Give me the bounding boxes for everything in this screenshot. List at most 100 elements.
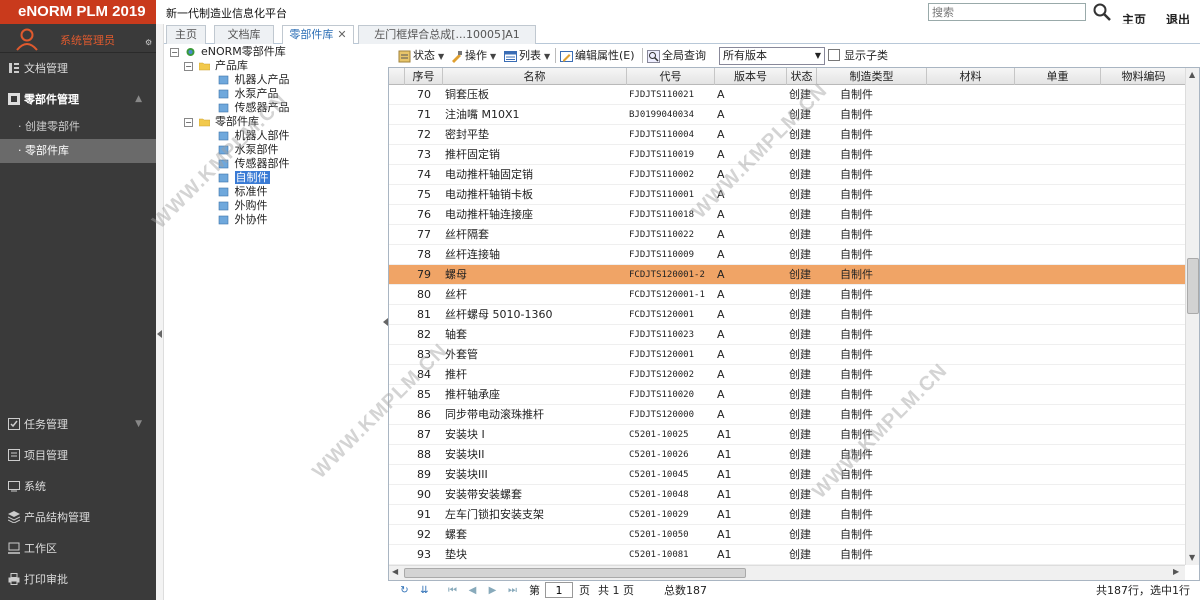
nav-system[interactable]: 系统 — [0, 471, 156, 502]
nav-workspace[interactable]: 工作区 — [0, 533, 156, 564]
table-row[interactable]: 86 同步带电动滚珠推杆 FJDJTS120000 A 创建 自制件 — [389, 405, 1186, 425]
page-number-input[interactable] — [545, 582, 573, 598]
horizontal-scrollbar[interactable]: ◀ ▶ — [389, 565, 1185, 580]
table-row[interactable]: 76 电动推杆轴连接座 FJDJTS110018 A 创建 自制件 — [389, 205, 1186, 225]
sidebar-collapse-handle[interactable] — [156, 24, 164, 600]
table-row[interactable]: 82 轴套 FJDJTS110023 A 创建 自制件 — [389, 325, 1186, 345]
prev-page-icon[interactable]: ◀ — [466, 584, 479, 597]
nav-parts-management[interactable]: 零部件管理 ▲ — [0, 84, 156, 115]
scroll-up-icon[interactable]: ▲ — [1189, 70, 1195, 79]
collapse-toggle-icon[interactable]: − — [184, 61, 193, 71]
table-row[interactable]: 87 安装块 I C5201-10025 A1 创建 自制件 — [389, 425, 1186, 445]
scroll-right-icon[interactable]: ▶ — [1173, 567, 1179, 576]
first-page-icon[interactable]: ⏮ — [446, 584, 459, 597]
column-header[interactable]: 物料编码 — [1101, 68, 1187, 85]
table-row[interactable]: 85 推杆轴承座 FJDJTS110020 A 创建 自制件 — [389, 385, 1186, 405]
table-row[interactable]: 70 铜套压板 FJDJTS110021 A 创建 自制件 — [389, 85, 1186, 105]
tree-product-library[interactable]: − 产品库 — [184, 59, 248, 73]
tree-node[interactable]: 传感器产品 — [218, 101, 290, 115]
table-row[interactable]: 72 密封平垫 FJDJTS110004 A 创建 自制件 — [389, 125, 1186, 145]
table-row[interactable]: 84 推杆 FJDJTS120002 A 创建 自制件 — [389, 365, 1186, 385]
tree-node[interactable]: 传感器部件 — [218, 157, 290, 171]
refresh-icon[interactable]: ↻ — [398, 584, 411, 597]
table-row[interactable]: 77 丝杆隔套 FJDJTS110022 A 创建 自制件 — [389, 225, 1186, 245]
tree-node[interactable]: 水泵产品 — [218, 87, 279, 101]
list-button[interactable]: 列表 ▼ — [504, 47, 550, 64]
table-row[interactable]: 92 螺套 C5201-10050 A1 创建 自制件 — [389, 525, 1186, 545]
tree-node[interactable]: 水泵部件 — [218, 143, 279, 157]
tab-home[interactable]: 主页 — [166, 25, 206, 44]
gear-icon[interactable]: ⚙ — [145, 38, 152, 47]
tree-part-library[interactable]: − 零部件库 — [184, 115, 259, 129]
last-page-icon[interactable]: ⏭ — [506, 584, 519, 597]
export-icon[interactable]: ⇊ — [418, 584, 431, 597]
table-cell: FJDJTS110023 — [629, 330, 695, 340]
column-header[interactable]: 单重 — [1015, 68, 1101, 85]
vertical-scrollbar[interactable]: ▲ ▼ — [1185, 68, 1199, 565]
scroll-thumb[interactable] — [1187, 258, 1199, 314]
nav-product-structure[interactable]: 产品结构管理 — [0, 502, 156, 533]
version-select[interactable]: 所有版本 ▼ — [719, 47, 825, 65]
scroll-left-icon[interactable]: ◀ — [392, 567, 398, 576]
column-header[interactable]: 序号 — [405, 68, 443, 85]
search-icon[interactable] — [1092, 2, 1112, 22]
column-header[interactable]: 材料 — [927, 68, 1015, 85]
tree-node[interactable]: 外购件 — [218, 199, 268, 213]
table-row-selected[interactable]: 79 螺母 FCDJTS120001-2 A 创建 自制件 — [389, 265, 1186, 285]
column-header[interactable]: 代号 — [627, 68, 715, 85]
status-button[interactable]: 状态 ▼ — [398, 47, 444, 64]
table-row[interactable]: 81 丝杆螺母 5010-1360 FCDJTS120001 A 创建 自制件 — [389, 305, 1186, 325]
table-row[interactable]: 90 安装带安装螺套 C5201-10048 A1 创建 自制件 — [389, 485, 1186, 505]
table-row[interactable]: 78 丝杆连接轴 FJDJTS110009 A 创建 自制件 — [389, 245, 1186, 265]
table-row[interactable]: 73 推杆固定销 FJDJTS110019 A 创建 自制件 — [389, 145, 1186, 165]
column-header[interactable]: 名称 — [443, 68, 627, 85]
table-row[interactable]: 75 电动推杆轴销卡板 FJDJTS110001 A 创建 自制件 — [389, 185, 1186, 205]
edit-properties-button[interactable]: 编辑属性(E) — [560, 47, 635, 64]
tree-root[interactable]: − eNORM零部件库 — [170, 45, 286, 59]
collapse-toggle-icon[interactable]: − — [170, 47, 179, 57]
tree-node[interactable]: 外协件 — [218, 213, 268, 227]
nav-document-management[interactable]: 文档管理 — [0, 53, 156, 84]
table-cell: FJDJTS110018 — [629, 210, 695, 220]
nav-project-management[interactable]: 项目管理 — [0, 440, 156, 471]
table-cell: 88 — [417, 448, 431, 461]
chevron-down-icon: ▼ — [814, 51, 821, 60]
tree-node[interactable]: 机器人部件 — [218, 129, 290, 143]
next-page-icon[interactable]: ▶ — [486, 584, 499, 597]
scroll-down-icon[interactable]: ▼ — [1189, 553, 1195, 562]
tree-node[interactable]: 机器人产品 — [218, 73, 290, 87]
close-icon[interactable]: ✕ — [337, 28, 346, 41]
tab-door-frame-assembly[interactable]: 左门框焊合总成[...10005]A1 — [358, 25, 536, 44]
tree-node-selected[interactable]: 自制件 — [218, 171, 270, 185]
table-row[interactable]: 83 外套管 FJDJTS120001 A 创建 自制件 — [389, 345, 1186, 365]
tab-parts-library[interactable]: 零部件库 ✕ — [282, 25, 354, 45]
show-subclass-checkbox[interactable] — [828, 49, 840, 61]
tab-label: 左门框焊合总成[...10005]A1 — [374, 28, 520, 41]
column-header[interactable]: 制造类型 — [817, 68, 927, 85]
nav-task-management[interactable]: 任务管理 ▼ — [0, 409, 156, 440]
operate-button[interactable]: 操作 ▼ — [450, 47, 496, 64]
collapse-toggle-icon[interactable]: − — [184, 117, 193, 127]
nav-create-part[interactable]: · 创建零部件 — [0, 115, 156, 139]
table-row[interactable]: 74 电动推杆轴固定销 FJDJTS110002 A 创建 自制件 — [389, 165, 1186, 185]
table-cell: 78 — [417, 248, 431, 261]
table-cell: 创建 — [789, 268, 811, 281]
table-row[interactable]: 93 垫块 C5201-10081 A1 创建 自制件 — [389, 545, 1186, 565]
table-cell: 推杆 — [445, 368, 467, 381]
global-query-button[interactable]: 全局查询 — [647, 47, 706, 64]
table-row[interactable]: 91 左车门锁扣安装支架 C5201-10029 A1 创建 自制件 — [389, 505, 1186, 525]
table-row[interactable]: 80 丝杆 FCDJTS120001-1 A 创建 自制件 — [389, 285, 1186, 305]
table-row[interactable]: 89 安装块III C5201-10045 A1 创建 自制件 — [389, 465, 1186, 485]
table-row[interactable]: 71 注油嘴 M10X1 BJ0199040034 A 创建 自制件 — [389, 105, 1186, 125]
column-header[interactable]: 版本号 — [715, 68, 787, 85]
nav-parts-library[interactable]: · 零部件库 — [0, 139, 156, 163]
column-header[interactable]: 状态 — [787, 68, 817, 85]
tree-node[interactable]: 标准件 — [218, 185, 268, 199]
tab-documents[interactable]: 文档库 — [214, 25, 274, 44]
nav-print-approval[interactable]: 打印审批 — [0, 564, 156, 595]
scroll-thumb[interactable] — [404, 568, 746, 578]
search-input[interactable] — [928, 3, 1086, 21]
table-cell: 91 — [417, 508, 431, 521]
tree-label: 水泵产品 — [234, 87, 279, 100]
table-row[interactable]: 88 安装块II C5201-10026 A1 创建 自制件 — [389, 445, 1186, 465]
